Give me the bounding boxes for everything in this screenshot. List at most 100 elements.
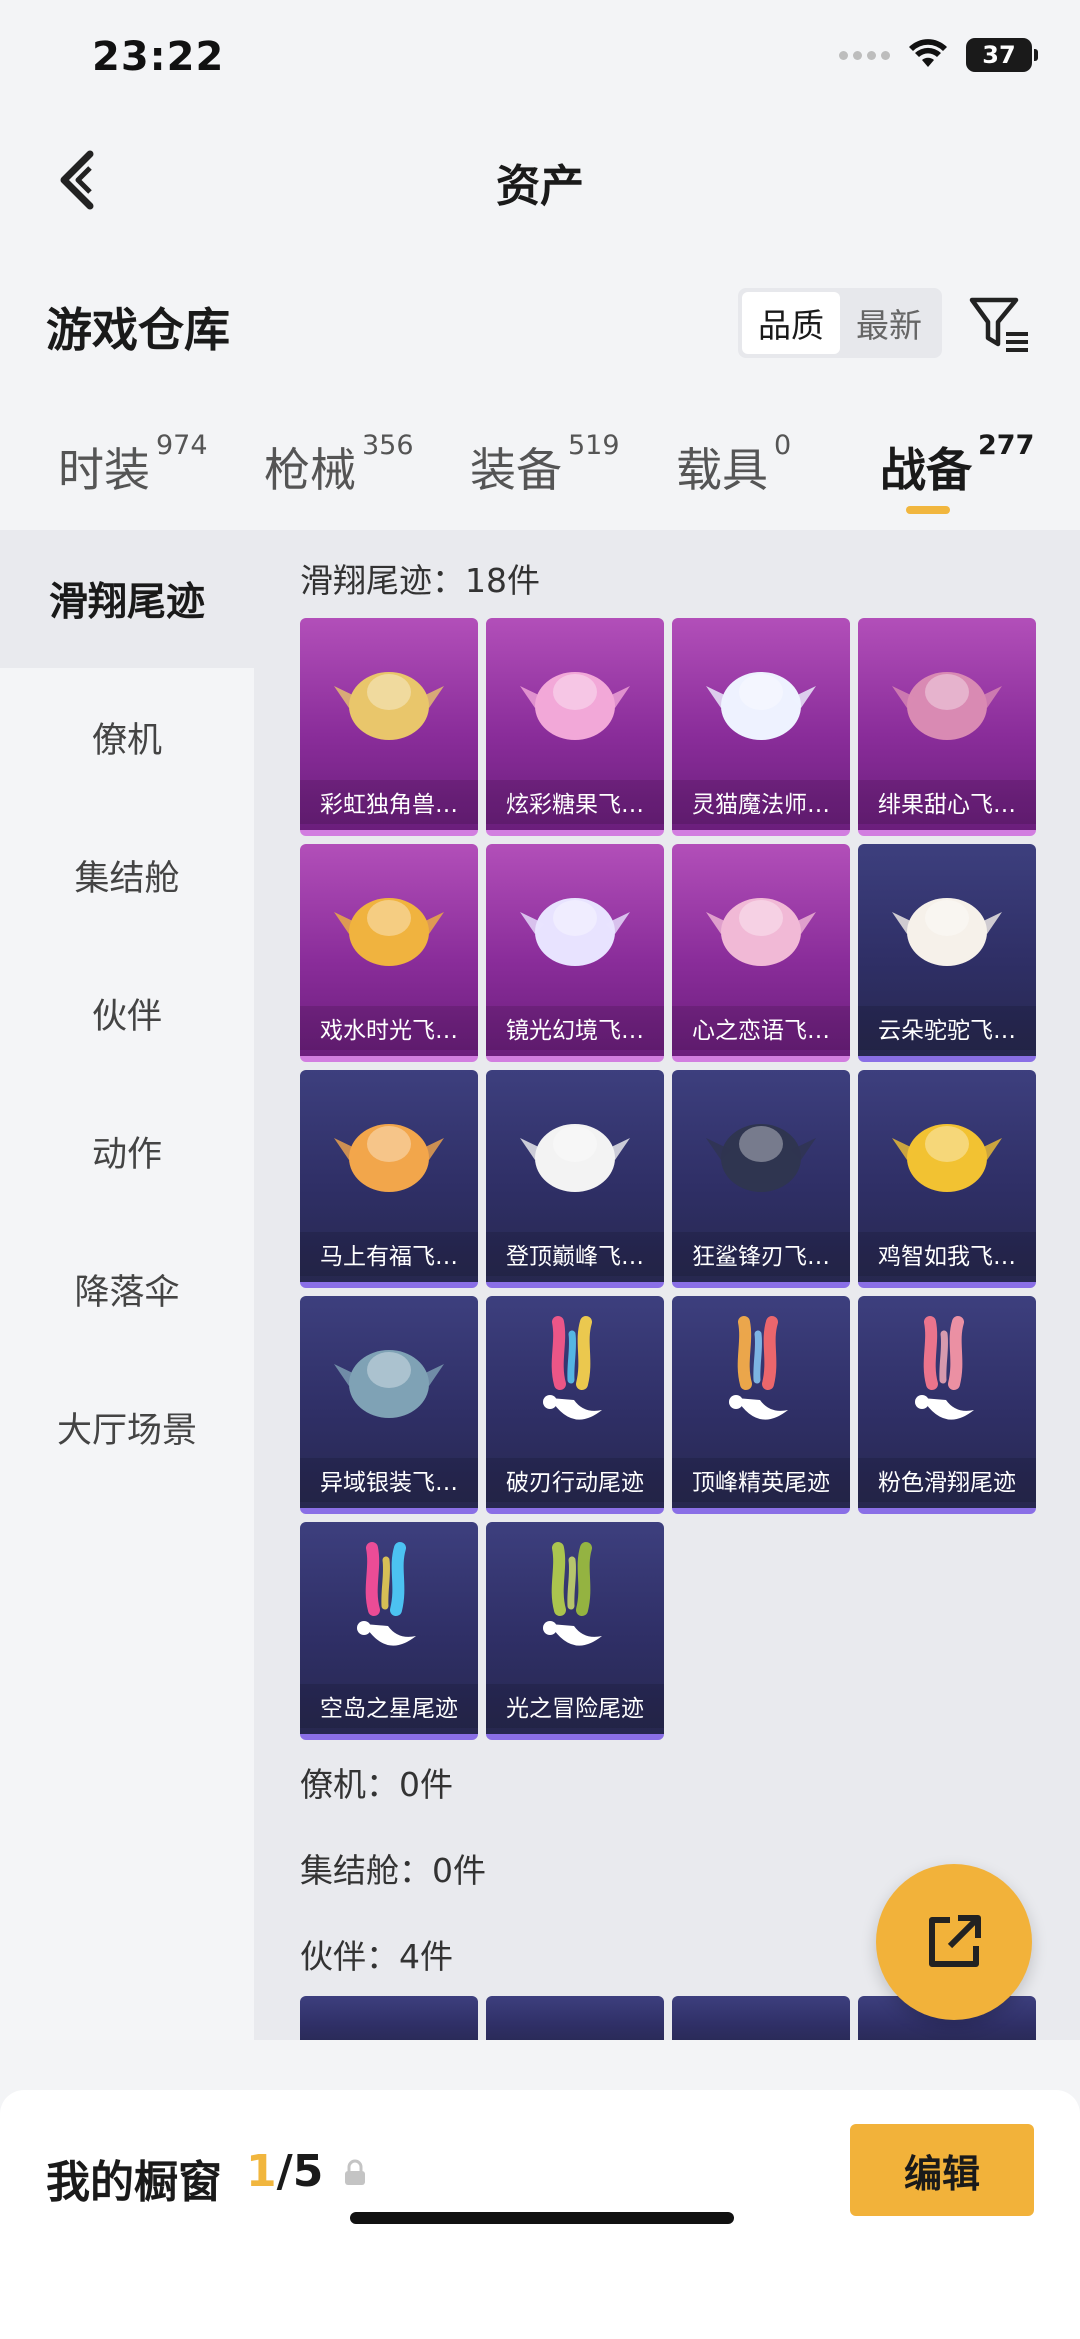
item-art bbox=[672, 618, 850, 784]
page-title: 资产 bbox=[496, 161, 584, 212]
sidebar-item-glide-trail[interactable]: 滑翔尾迹 bbox=[0, 530, 254, 668]
item-art bbox=[486, 844, 664, 1010]
sort-toggle: 品质 最新 bbox=[738, 288, 942, 358]
group-header-rally-pod: 集结舱：0件 bbox=[300, 1851, 486, 1890]
item-art bbox=[672, 1070, 850, 1236]
item-name: 镜光幻境飞… bbox=[486, 1006, 664, 1050]
shark-glider-icon bbox=[706, 1124, 816, 1192]
item-card[interactable]: 戏水时光飞… bbox=[300, 844, 478, 1062]
sidebar-item-parachute[interactable]: 降落伞 bbox=[0, 1220, 254, 1358]
tab-firearms[interactable]: 枪械 356 bbox=[264, 430, 414, 500]
sidebar-item-lobby-scene[interactable]: 大厅场景 bbox=[0, 1358, 254, 1496]
trail-pink-icon bbox=[915, 1316, 974, 1420]
home-indicator bbox=[350, 2212, 734, 2224]
item-art bbox=[858, 1296, 1036, 1462]
item-card[interactable]: 狂鲨锋刃飞… bbox=[672, 1070, 850, 1288]
trail-fire-icon bbox=[729, 1316, 788, 1420]
sidebar-item-wingman[interactable]: 僚机 bbox=[0, 668, 254, 806]
item-card[interactable]: 空岛之星尾迹 bbox=[300, 1522, 478, 1740]
trail-spectrum-icon bbox=[357, 1542, 416, 1646]
bunny-mask-icon bbox=[892, 672, 1002, 740]
status-bar: 23:22 37 bbox=[0, 0, 1080, 120]
group-header-glide-trail: 滑翔尾迹：18件 bbox=[300, 561, 540, 600]
chicken-icon bbox=[892, 1124, 1002, 1192]
item-name: 马上有福飞… bbox=[300, 1232, 478, 1276]
item-art bbox=[300, 1070, 478, 1236]
sidebar-item-partner[interactable]: 伙伴 bbox=[0, 944, 254, 1082]
item-card[interactable]: 彩虹独角兽… bbox=[300, 618, 478, 836]
item-name: 登顶巅峰飞… bbox=[486, 1232, 664, 1276]
item-card[interactable]: 绯果甜心飞… bbox=[858, 618, 1036, 836]
partner-card[interactable] bbox=[300, 1996, 478, 2040]
crystal-wing-icon bbox=[520, 898, 630, 966]
item-card[interactable]: 粉色滑翔尾迹 bbox=[858, 1296, 1036, 1514]
item-name: 鸡智如我飞… bbox=[858, 1232, 1036, 1276]
item-card[interactable]: 心之恋语飞… bbox=[672, 844, 850, 1062]
nav-bar: 资产 bbox=[0, 120, 1080, 240]
tab-combat-gear[interactable]: 战备 277 bbox=[880, 430, 1034, 500]
sidebar-item-emote[interactable]: 动作 bbox=[0, 1082, 254, 1220]
item-card[interactable]: 云朵驼驼飞… bbox=[858, 844, 1036, 1062]
sidebar-item-rally-pod[interactable]: 集结舱 bbox=[0, 806, 254, 944]
item-name: 粉色滑翔尾迹 bbox=[858, 1458, 1036, 1502]
item-art bbox=[300, 1522, 478, 1688]
edit-button[interactable]: 编辑 bbox=[850, 2124, 1034, 2216]
share-button[interactable] bbox=[876, 1864, 1032, 2020]
item-card[interactable]: 异域银装飞… bbox=[300, 1296, 478, 1514]
status-icons: 37 bbox=[839, 38, 1038, 72]
item-card[interactable]: 马上有福飞… bbox=[300, 1070, 478, 1288]
item-name: 破刃行动尾迹 bbox=[486, 1458, 664, 1502]
tab-vehicles[interactable]: 载具 0 bbox=[676, 430, 791, 500]
item-art bbox=[300, 844, 478, 1010]
item-card[interactable]: 鸡智如我飞… bbox=[858, 1070, 1036, 1288]
item-art bbox=[300, 1296, 478, 1462]
item-name: 顶峰精英尾迹 bbox=[672, 1458, 850, 1502]
unicorn-emblem-icon bbox=[334, 672, 444, 740]
item-art bbox=[300, 618, 478, 784]
showcase-count: 1/5 bbox=[246, 2146, 324, 2197]
item-name: 绯果甜心飞… bbox=[858, 780, 1036, 824]
filter-icon bbox=[969, 297, 1028, 352]
item-card[interactable]: 镜光幻境飞… bbox=[486, 844, 664, 1062]
external-link-icon bbox=[929, 1915, 981, 1967]
active-tab-indicator bbox=[906, 506, 950, 514]
candy-wing-icon bbox=[520, 672, 630, 740]
tab-fashion[interactable]: 时装 974 bbox=[58, 430, 208, 500]
item-name: 云朵驼驼飞… bbox=[858, 1006, 1036, 1050]
showcase-label: 我的橱窗 bbox=[46, 2157, 222, 2208]
signal-icon bbox=[839, 50, 890, 60]
giraffe-float-icon bbox=[334, 898, 444, 966]
wifi-icon bbox=[909, 39, 947, 67]
sort-quality-button[interactable]: 品质 bbox=[742, 292, 840, 354]
item-card[interactable]: 破刃行动尾迹 bbox=[486, 1296, 664, 1514]
partner-card[interactable] bbox=[486, 1996, 664, 2040]
item-grid: 彩虹独角兽… 炫彩糖果飞… 灵猫魔法师… 绯果甜心飞… 戏水时光飞… 镜光幻境飞… 心之恋语… bbox=[300, 618, 1040, 1748]
category-tabs: 时装 974 枪械 356 装备 519 载具 0 战备 277 bbox=[0, 420, 1080, 530]
item-art bbox=[672, 1296, 850, 1462]
battery-icon: 37 bbox=[966, 38, 1038, 72]
tab-equipment[interactable]: 装备 519 bbox=[470, 430, 620, 500]
item-card[interactable]: 顶峰精英尾迹 bbox=[672, 1296, 850, 1514]
item-art bbox=[486, 618, 664, 784]
item-name: 异域银装飞… bbox=[300, 1458, 478, 1502]
item-name: 狂鲨锋刃飞… bbox=[672, 1232, 850, 1276]
item-art bbox=[858, 618, 1036, 784]
filter-button[interactable] bbox=[964, 288, 1036, 360]
item-name: 光之冒险尾迹 bbox=[486, 1684, 664, 1728]
item-card[interactable]: 光之冒险尾迹 bbox=[486, 1522, 664, 1740]
item-card[interactable]: 炫彩糖果飞… bbox=[486, 618, 664, 836]
sidebar: 滑翔尾迹 僚机 集结舱 伙伴 动作 降落伞 大厅场景 bbox=[0, 530, 254, 2040]
item-art bbox=[486, 1070, 664, 1236]
partner-card[interactable] bbox=[672, 1996, 850, 2040]
item-art bbox=[486, 1522, 664, 1688]
item-card[interactable]: 登顶巅峰飞… bbox=[486, 1070, 664, 1288]
trail-rainbow-icon bbox=[543, 1316, 602, 1420]
trail-green-icon bbox=[543, 1542, 602, 1646]
lock-icon bbox=[345, 2159, 365, 2185]
sort-latest-button[interactable]: 最新 bbox=[840, 292, 938, 354]
item-art bbox=[486, 1296, 664, 1462]
silver-wing-icon bbox=[334, 1350, 444, 1418]
cat-icon bbox=[706, 672, 816, 740]
item-card[interactable]: 灵猫魔法师… bbox=[672, 618, 850, 836]
item-name: 灵猫魔法师… bbox=[672, 780, 850, 824]
